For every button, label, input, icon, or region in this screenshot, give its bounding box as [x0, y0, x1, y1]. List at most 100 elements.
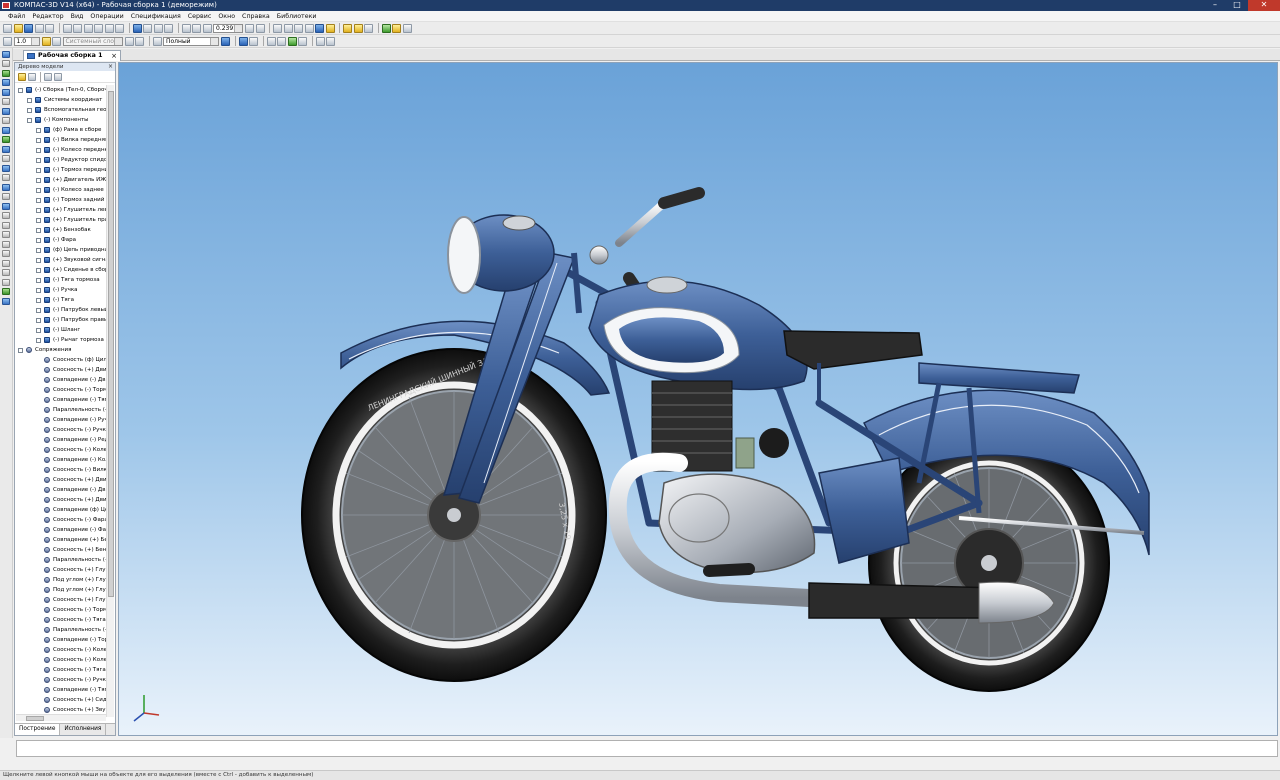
manager-icon[interactable] — [132, 23, 142, 33]
zoom-combo[interactable]: 0.2391 — [213, 23, 243, 33]
shaded-edges-icon[interactable] — [325, 23, 335, 33]
dimensions-icon[interactable] — [315, 36, 325, 46]
measure-tool-icon[interactable] — [2, 183, 10, 191]
close-icon[interactable]: ✕ — [1248, 0, 1280, 11]
tree-component[interactable]: (-) Тяга тормоза — [15, 275, 107, 285]
tree-component[interactable]: (+) Глушитель правый — [15, 215, 107, 225]
tree-component[interactable]: (-) Колесо заднее — [15, 185, 107, 195]
expand-icon[interactable] — [36, 198, 41, 203]
property-bar[interactable] — [16, 740, 1278, 757]
extrude-icon[interactable] — [2, 107, 10, 115]
tree-mate[interactable]: Соосность (+) Глушитель — [15, 565, 107, 575]
format-painter-icon[interactable] — [94, 23, 103, 33]
measure-icon[interactable] — [392, 23, 401, 33]
scale-icon[interactable] — [3, 36, 12, 46]
tree-mate[interactable]: Параллельность (+) Бак — [15, 555, 107, 565]
save-icon[interactable] — [24, 23, 33, 33]
snap-icon[interactable] — [41, 36, 51, 46]
tree-mate[interactable]: Совпадение (-) Тяга — [15, 395, 107, 405]
expand-icon[interactable] — [36, 258, 41, 263]
tree-component[interactable]: (+) Бензобак — [15, 225, 107, 235]
move-component-icon[interactable] — [2, 79, 10, 86]
zoom-all-icon[interactable] — [202, 23, 212, 33]
tree-mate[interactable]: Соосность (+) Сиденье — [15, 695, 107, 705]
filter-icon[interactable] — [249, 36, 258, 46]
document-tab[interactable]: Рабочая сборка 1 × — [23, 50, 121, 61]
menu-service[interactable]: Сервис — [188, 11, 212, 21]
fuel-tank[interactable] — [588, 276, 808, 391]
tree-mate[interactable]: Соосность (+) Глушитель — [15, 595, 107, 605]
tree-component[interactable]: (-) Тяга — [15, 295, 107, 305]
array-icon[interactable] — [2, 98, 10, 105]
expand-icon[interactable] — [36, 138, 41, 143]
menu-file[interactable]: Файл — [8, 11, 25, 21]
expand-icon[interactable] — [36, 338, 41, 343]
expand-icon[interactable] — [36, 308, 41, 313]
print-icon[interactable] — [34, 23, 44, 33]
tree-mate[interactable]: Совпадение (-) Фара — [15, 525, 107, 535]
maximize-icon[interactable]: □ — [1226, 0, 1248, 11]
tree-component[interactable]: (+) Сиденье в сборе — [15, 265, 107, 275]
tree-component[interactable]: (-) Редуктор спидометра — [15, 155, 107, 165]
help-pointer-icon[interactable] — [164, 23, 173, 33]
tree-mate[interactable]: Совпадение (-) Ручка — [15, 415, 107, 425]
view-selection-icon[interactable] — [238, 36, 248, 46]
tree-component[interactable]: (+) Звуковой сигнал — [15, 255, 107, 265]
rotate-component-icon[interactable] — [2, 88, 10, 96]
expand-icon[interactable] — [36, 178, 41, 183]
tool-box[interactable] — [818, 457, 910, 564]
3d-viewport[interactable]: ЛЕНИНГРАДСКИЙ ШИННЫЙ ЗАВОД 3,25 x 19 — [118, 62, 1278, 736]
tree-horizontal-scrollbar[interactable] — [16, 714, 106, 721]
tree-components[interactable]: (-) Компоненты — [15, 115, 107, 125]
tree-component[interactable]: (-) Патрубок правый — [15, 315, 107, 325]
color-icon[interactable] — [135, 36, 144, 46]
open-file-icon[interactable] — [13, 23, 23, 33]
close-panel-icon[interactable]: × — [108, 63, 113, 71]
tree-mate[interactable]: Под углом (+) Глушитель — [15, 575, 107, 585]
add-component-icon[interactable] — [2, 60, 10, 67]
tab-versions[interactable]: Исполнения — [60, 724, 107, 735]
tree-mate[interactable]: Соосность (-) Тяга — [15, 615, 107, 625]
tools-icon[interactable] — [2, 221, 10, 229]
tree-mate[interactable]: Совпадение (-) Двигатель — [15, 375, 107, 385]
expand-icon[interactable] — [27, 118, 32, 123]
cut-icon[interactable] — [62, 23, 72, 33]
scale-combo[interactable]: 1.0 — [13, 36, 40, 46]
toolbar2-options-icon[interactable] — [326, 36, 335, 46]
tree-component[interactable]: (-) Тормоз задний — [15, 195, 107, 205]
expand-icon[interactable] — [36, 318, 41, 323]
tree-mates[interactable]: Сопряжения — [15, 345, 107, 355]
coordinates-icon[interactable] — [298, 36, 307, 46]
tree-mate[interactable]: Совпадение (ф) Цепь — [15, 505, 107, 515]
section-icon[interactable] — [353, 23, 363, 33]
menu-libraries[interactable]: Библиотеки — [277, 11, 317, 21]
panel-more-icon[interactable] — [2, 297, 10, 305]
menu-editor[interactable]: Редактор — [32, 11, 63, 21]
library-icon[interactable] — [153, 23, 163, 33]
mate-icon[interactable] — [2, 69, 10, 77]
toolbar-options-icon[interactable] — [402, 23, 412, 33]
tree-mate[interactable]: Соосность (-) Тормоз — [15, 385, 107, 395]
expand-icon[interactable] — [36, 288, 41, 293]
tree-mate[interactable]: Соосность (-) Колесо — [15, 445, 107, 455]
tree-root[interactable]: (-) Сборка (Тел-0, Сборочная ед.) — [15, 85, 107, 95]
menu-help[interactable]: Справка — [242, 11, 270, 21]
layer-manager-icon[interactable] — [124, 36, 134, 46]
tree-mate[interactable]: Соосность (ф) Цилиндр — [15, 355, 107, 365]
properties-tool-icon[interactable] — [2, 250, 10, 257]
menu-specification[interactable]: Спецификация — [131, 11, 181, 21]
model-view[interactable]: ЛЕНИНГРАДСКИЙ ШИННЫЙ ЗАВОД 3,25 x 19 — [119, 63, 1278, 736]
expand-icon[interactable] — [36, 148, 41, 153]
properties-icon[interactable] — [143, 23, 152, 33]
tree-list-icon[interactable] — [44, 72, 52, 81]
tree-mate[interactable]: Соосность (-) Колесо — [15, 655, 107, 665]
expand-icon[interactable] — [36, 268, 41, 273]
grid-icon[interactable] — [266, 36, 276, 46]
weld-icon[interactable] — [2, 278, 10, 286]
object-color-icon[interactable] — [221, 36, 230, 46]
expand-icon[interactable] — [36, 278, 41, 283]
shaded-icon[interactable] — [315, 23, 324, 33]
tree-mate[interactable]: Совпадение (-) Колесо — [15, 455, 107, 465]
zoom-window-icon[interactable] — [192, 23, 201, 33]
rear-wheel[interactable] — [868, 434, 1110, 692]
